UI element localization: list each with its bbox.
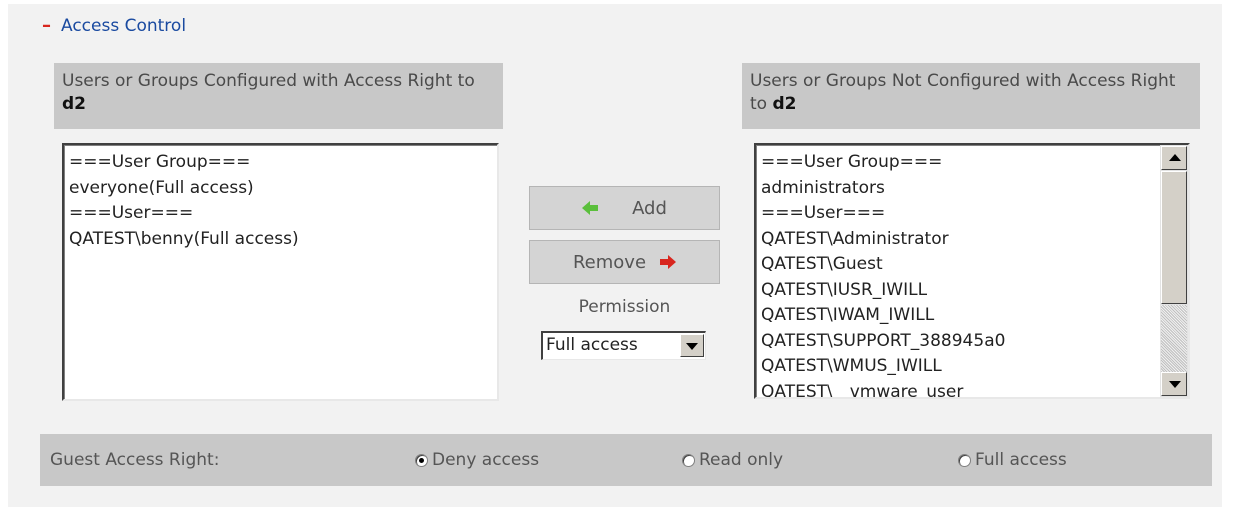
permission-selected-value: Full access (546, 335, 638, 355)
triangle-down-icon (1169, 381, 1181, 388)
guest-access-label: Guest Access Right: (50, 450, 220, 470)
section-title[interactable]: Access Control (61, 16, 186, 36)
remove-button[interactable]: Remove (529, 240, 720, 284)
not-configured-heading-text: Users or Groups Not Configured with Acce… (750, 71, 1176, 114)
radio-unchecked-icon[interactable] (958, 453, 971, 467)
top-strip (0, 0, 1236, 4)
add-button-label: Add (632, 197, 667, 219)
configured-users-listbox[interactable]: ===User Group=== everyone(Full access) =… (62, 143, 499, 401)
read-only-option[interactable]: Read only (682, 450, 783, 470)
add-button[interactable]: Add (529, 186, 720, 230)
scroll-thumb[interactable] (1161, 171, 1187, 304)
listbox-scrollbar[interactable] (1160, 145, 1188, 397)
read-only-label[interactable]: Read only (699, 450, 783, 470)
access-control-frame: – Access Control Users or Groups Configu… (0, 0, 1236, 507)
scroll-down-button[interactable] (1161, 372, 1187, 396)
list-item[interactable]: administrators (761, 176, 1188, 202)
collapse-icon[interactable]: – (42, 17, 51, 35)
not-configured-share-name: d2 (772, 94, 797, 114)
list-item[interactable]: QATEST\IWAM_IWILL (761, 303, 1188, 329)
dropdown-button[interactable] (680, 334, 704, 357)
remove-button-label: Remove (572, 251, 647, 273)
list-item[interactable]: QATEST\Guest (761, 252, 1188, 278)
right-margin (1222, 0, 1236, 507)
arrow-right-icon (660, 255, 677, 269)
list-item[interactable]: everyone(Full access) (69, 176, 497, 202)
radio-unchecked-icon[interactable] (682, 453, 695, 467)
list-item[interactable]: ===User=== (69, 201, 497, 227)
list-item[interactable]: QATEST\SUPPORT_388945a0 (761, 329, 1188, 355)
guest-access-bar: Guest Access Right: Deny access Read onl… (40, 434, 1212, 486)
radio-checked-icon[interactable] (415, 453, 428, 467)
list-item[interactable]: ===User Group=== (69, 150, 497, 176)
full-access-option[interactable]: Full access (958, 450, 1067, 470)
list-item[interactable]: QATEST\WMUS_IWILL (761, 354, 1188, 380)
full-access-label[interactable]: Full access (975, 450, 1067, 470)
scroll-track[interactable] (1161, 305, 1187, 375)
deny-access-label[interactable]: Deny access (432, 450, 539, 470)
chevron-down-icon (686, 343, 698, 350)
list-item[interactable]: QATEST\IUSR_IWILL (761, 278, 1188, 304)
not-configured-panel-heading: Users or Groups Not Configured with Acce… (742, 63, 1200, 129)
permission-label: Permission (578, 297, 671, 317)
configured-panel-heading: Users or Groups Configured with Access R… (54, 63, 503, 129)
list-item[interactable]: ===User Group=== (761, 150, 1188, 176)
list-item[interactable]: QATEST\benny(Full access) (69, 227, 497, 253)
list-item[interactable]: QATEST\__vmware_user__ (761, 380, 1188, 398)
deny-access-option[interactable]: Deny access (415, 450, 539, 470)
list-item[interactable]: ===User=== (761, 201, 1188, 227)
section-header[interactable]: – Access Control (42, 16, 186, 36)
triangle-up-icon (1169, 154, 1181, 161)
scroll-up-button[interactable] (1161, 146, 1187, 170)
permission-select[interactable]: Full access (541, 331, 706, 360)
configured-share-name: d2 (62, 94, 86, 114)
left-margin (0, 0, 8, 507)
not-configured-users-listbox[interactable]: ===User Group=== administrators ===User=… (754, 143, 1190, 399)
list-item[interactable]: QATEST\Administrator (761, 227, 1188, 253)
configured-heading-text: Users or Groups Configured with Access R… (62, 71, 475, 91)
arrow-left-icon (582, 201, 599, 215)
